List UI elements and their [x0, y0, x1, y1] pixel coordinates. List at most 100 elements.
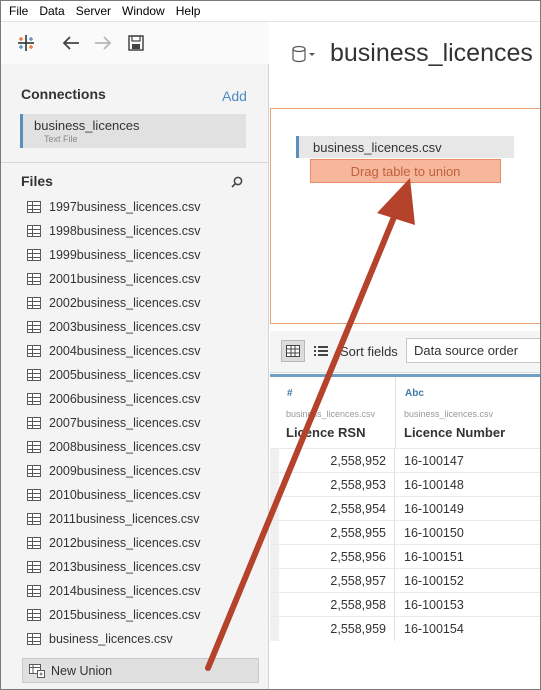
forward-arrow-icon[interactable]: [92, 32, 114, 54]
pane-divider: [1, 162, 269, 163]
table-icon: [27, 417, 41, 429]
connections-heading: Connections: [21, 86, 106, 102]
grid-view-icon[interactable]: [281, 340, 305, 362]
file-name: 2003business_licences.csv: [49, 320, 201, 334]
file-item[interactable]: 2005business_licences.csv: [27, 365, 257, 385]
table-icon: [27, 465, 41, 477]
data-pane: Connections Add business_licences Text F…: [1, 22, 269, 689]
string-type-icon[interactable]: Abc: [405, 388, 424, 399]
row-gutter: [270, 617, 279, 641]
table-row: 2,558,955 16-100150: [270, 520, 540, 545]
new-union-label: New Union: [51, 663, 113, 678]
file-name: 1997business_licences.csv: [49, 200, 201, 214]
row-gutter: [270, 545, 279, 569]
row-gutter: [270, 497, 279, 521]
column-header-licence-number[interactable]: Abc business_licences.csv Licence Number: [388, 377, 540, 448]
file-name: 2004business_licences.csv: [49, 344, 201, 358]
connection-item[interactable]: business_licences Text File: [20, 114, 246, 148]
cell-licence-rsn: 2,558,954: [279, 497, 395, 521]
file-name: business_licences.csv: [49, 632, 173, 646]
sort-fields-label: Sort fields: [340, 344, 398, 359]
file-item[interactable]: 2014business_licences.csv: [27, 581, 257, 601]
files-heading: Files: [21, 173, 53, 189]
file-item[interactable]: 2004business_licences.csv: [27, 341, 257, 361]
file-item[interactable]: 2001business_licences.csv: [27, 269, 257, 289]
file-item[interactable]: 2009business_licences.csv: [27, 461, 257, 481]
sort-fields-select[interactable]: Data source order: [406, 338, 540, 363]
table-row: 2,558,958 16-100153: [270, 592, 540, 617]
cell-licence-number: 16-100149: [404, 502, 464, 516]
table-row: 2,558,954 16-100149: [270, 496, 540, 521]
number-type-icon[interactable]: #: [287, 388, 293, 399]
cell-licence-rsn: 2,558,959: [279, 617, 395, 641]
file-item[interactable]: 2010business_licences.csv: [27, 485, 257, 505]
file-item[interactable]: 2006business_licences.csv: [27, 389, 257, 409]
file-item[interactable]: 2003business_licences.csv: [27, 317, 257, 337]
cell-licence-rsn: 2,558,952: [279, 449, 395, 473]
search-icon[interactable]: [230, 175, 244, 189]
table-icon: [27, 297, 41, 309]
table-icon: [27, 321, 41, 333]
menu-server[interactable]: Server: [76, 4, 111, 18]
add-connection-link[interactable]: Add: [222, 88, 247, 104]
file-name: 2010business_licences.csv: [49, 488, 201, 502]
table-row: 2,558,953 16-100148: [270, 472, 540, 497]
tableau-logo-icon[interactable]: [15, 32, 37, 54]
cell-licence-number: 16-100152: [404, 574, 464, 588]
file-item[interactable]: 2008business_licences.csv: [27, 437, 257, 457]
table-icon: [27, 513, 41, 525]
file-item[interactable]: 2013business_licences.csv: [27, 557, 257, 577]
file-item[interactable]: 2012business_licences.csv: [27, 533, 257, 553]
menu-window[interactable]: Window: [122, 4, 165, 18]
database-dropdown-icon[interactable]: [292, 44, 316, 64]
file-name: 1999business_licences.csv: [49, 248, 201, 262]
table-icon: [27, 561, 41, 573]
table-icon: [27, 345, 41, 357]
connection-type: Text File: [44, 134, 78, 144]
row-gutter: [270, 569, 279, 593]
cell-licence-rsn: 2,558,956: [279, 545, 395, 569]
file-item[interactable]: 1999business_licences.csv: [27, 245, 257, 265]
file-item[interactable]: business_licences.csv: [27, 629, 257, 649]
file-name: 2006business_licences.csv: [49, 392, 201, 406]
file-name: 1998business_licences.csv: [49, 224, 201, 238]
table-row: 2,558,952 16-100147: [270, 448, 540, 473]
join-canvas[interactable]: business_licences.csv Drag table to unio…: [270, 108, 540, 324]
app-window: File Data Server Window Help Connections…: [0, 0, 541, 690]
table-icon: [27, 249, 41, 261]
back-arrow-icon[interactable]: [60, 32, 82, 54]
union-drop-target[interactable]: Drag table to union: [310, 159, 501, 183]
table-icon: [27, 225, 41, 237]
file-name: 2001business_licences.csv: [49, 272, 201, 286]
cell-licence-number: 16-100150: [404, 526, 464, 540]
datasource-title[interactable]: business_licences: [330, 39, 533, 68]
file-item[interactable]: 2011business_licences.csv: [27, 509, 257, 529]
file-item[interactable]: 2002business_licences.csv: [27, 293, 257, 313]
menu-help[interactable]: Help: [176, 4, 201, 18]
cell-licence-number: 16-100148: [404, 478, 464, 492]
file-item[interactable]: 1997business_licences.csv: [27, 197, 257, 217]
file-item[interactable]: 1998business_licences.csv: [27, 221, 257, 241]
file-name: 2008business_licences.csv: [49, 440, 201, 454]
toolbar: [1, 22, 269, 64]
list-view-icon[interactable]: [311, 341, 331, 361]
new-union-button[interactable]: New Union: [22, 658, 259, 683]
save-icon[interactable]: [125, 32, 147, 54]
file-item[interactable]: 2015business_licences.csv: [27, 605, 257, 625]
file-name: 2005business_licences.csv: [49, 368, 201, 382]
connection-name: business_licences: [34, 118, 140, 133]
file-item[interactable]: 2007business_licences.csv: [27, 413, 257, 433]
datasource-header: business_licences: [270, 22, 540, 86]
table-icon: [27, 201, 41, 213]
file-name: 2014business_licences.csv: [49, 584, 201, 598]
grid-header: # business_licences.csv Licence RSN Abc …: [270, 374, 540, 448]
canvas-table-item[interactable]: business_licences.csv: [296, 136, 514, 158]
column-header-licence-rsn[interactable]: # business_licences.csv Licence RSN: [270, 377, 396, 448]
menu-file[interactable]: File: [9, 4, 28, 18]
menu-bar: File Data Server Window Help: [1, 1, 540, 22]
cell-licence-number: 16-100147: [404, 454, 464, 468]
file-name: 2002business_licences.csv: [49, 296, 201, 310]
table-icon: [27, 273, 41, 285]
menu-data[interactable]: Data: [39, 4, 64, 18]
file-name: 2011business_licences.csv: [49, 512, 200, 526]
